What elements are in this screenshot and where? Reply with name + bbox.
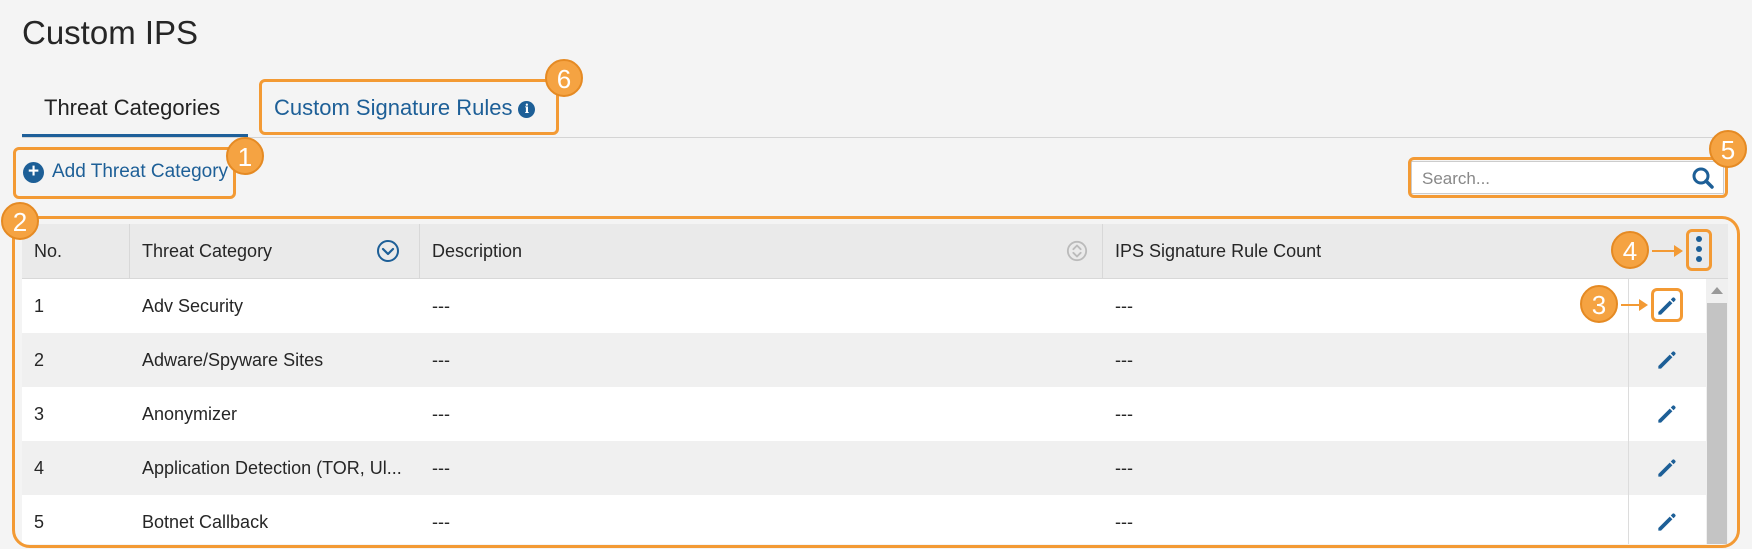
callout-badge: 5 — [1709, 130, 1747, 168]
callout-box-edit-button — [1651, 288, 1683, 322]
callout-badge: 3 — [1580, 285, 1618, 323]
callout-box-search — [1408, 157, 1728, 198]
callout-badge: 2 — [1, 202, 39, 240]
active-tab-underline — [22, 134, 248, 137]
callout-box-table — [12, 216, 1740, 548]
callout-arrow — [1621, 299, 1648, 311]
callout-box-add-button — [13, 147, 236, 199]
callout-box-kebab-menu — [1686, 229, 1712, 271]
tab-threat-categories[interactable]: Threat Categories — [22, 95, 248, 137]
callout-badge: 6 — [545, 59, 583, 97]
tab-label: Threat Categories — [44, 95, 221, 120]
page-title: Custom IPS — [22, 14, 199, 51]
callout-badge: 1 — [226, 137, 264, 175]
callout-box-custom-signature-tab — [259, 79, 559, 135]
callout-badge: 4 — [1611, 231, 1649, 269]
callout-arrow — [1652, 245, 1683, 257]
